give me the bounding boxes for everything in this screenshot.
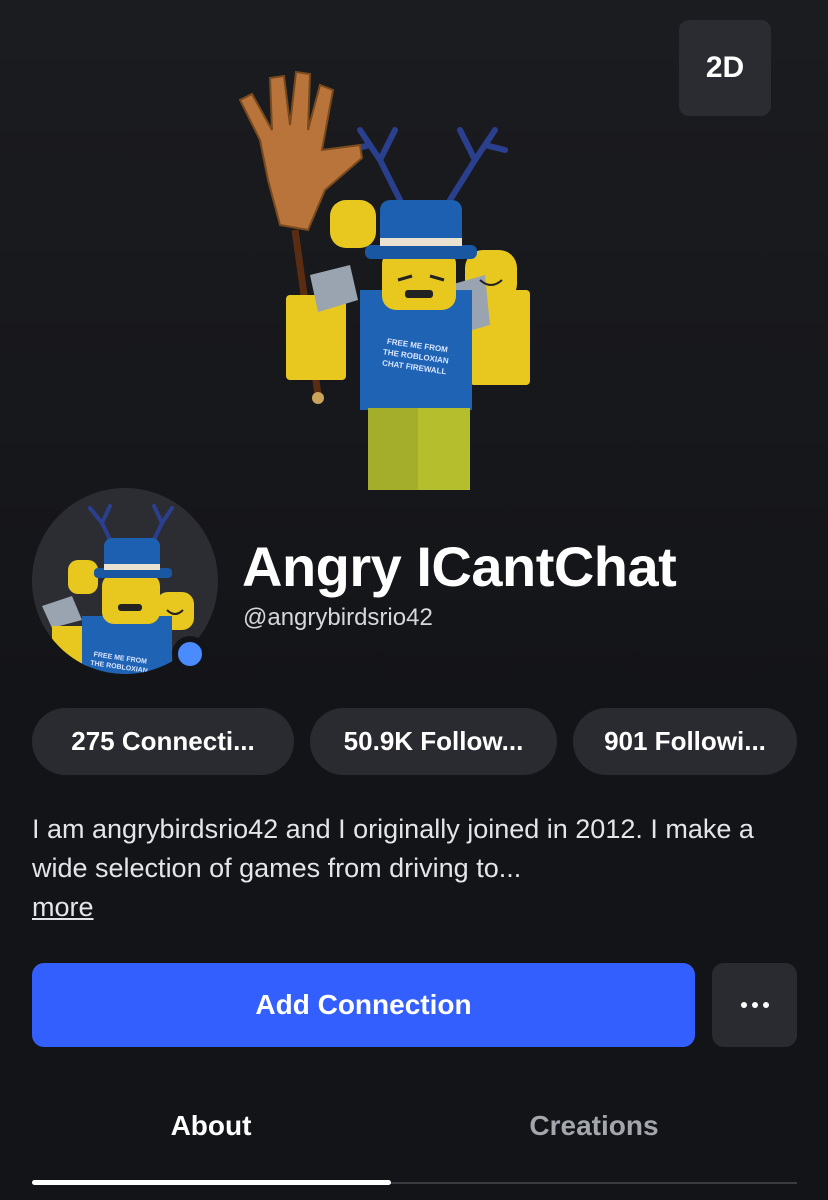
profile-bio: I am angrybirdsrio42 and I originally jo… bbox=[32, 814, 754, 883]
active-tab-indicator bbox=[32, 1180, 391, 1185]
ellipsis-icon bbox=[740, 1002, 769, 1008]
following-count-button[interactable]: 901 Followi... bbox=[573, 708, 797, 775]
2d-view-toggle-button[interactable]: 2D bbox=[679, 20, 771, 116]
connections-count-button[interactable]: 275 Connecti... bbox=[32, 708, 294, 775]
username: @angrybirdsrio42 bbox=[243, 604, 433, 631]
add-connection-button[interactable]: Add Connection bbox=[32, 963, 695, 1047]
profile-page: FREE ME FROM THE ROBLOXIAN CHAT FIREWALL… bbox=[0, 0, 828, 1200]
followers-count-button[interactable]: 50.9K Follow... bbox=[310, 708, 557, 775]
bio-more-link[interactable]: more bbox=[32, 888, 94, 927]
tab-creations[interactable]: Creations bbox=[384, 1110, 804, 1154]
avatar-3d-render[interactable]: FREE ME FROM THE ROBLOXIAN CHAT FIREWALL bbox=[200, 50, 620, 510]
tab-about[interactable]: About bbox=[0, 1110, 422, 1154]
online-status-indicator bbox=[172, 636, 208, 672]
more-options-button[interactable] bbox=[712, 963, 797, 1047]
display-name: Angry ICantChat bbox=[242, 535, 677, 598]
